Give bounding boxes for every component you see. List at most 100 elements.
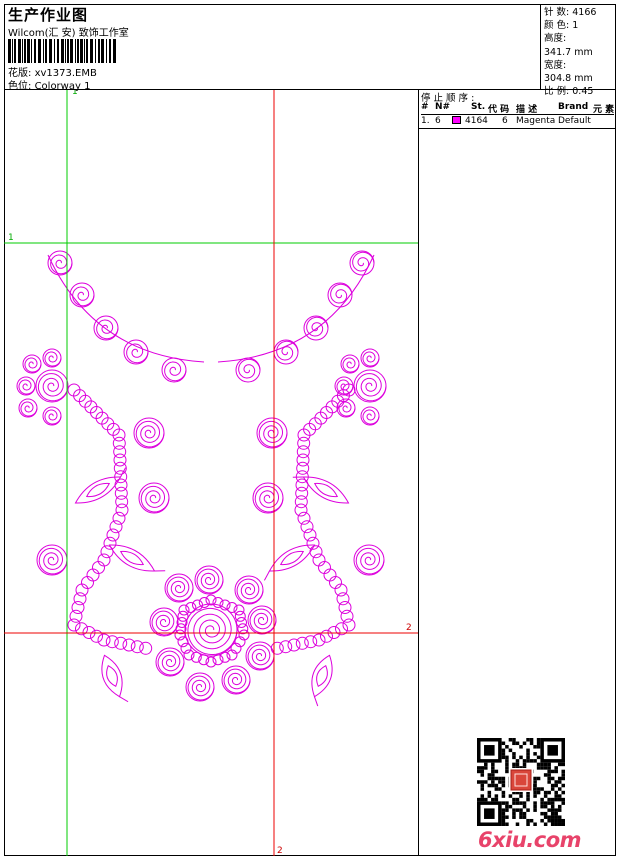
- loop-chain: [139, 641, 153, 655]
- qr-module: [498, 780, 502, 784]
- qr-module: [512, 815, 516, 819]
- qr-module: [480, 780, 485, 784]
- qr-module: [561, 776, 565, 781]
- leaf-outline: [302, 476, 350, 504]
- qr-module: [480, 766, 485, 770]
- qr-module: [519, 811, 523, 816]
- qr-module: [554, 794, 558, 798]
- qr-module: [557, 808, 562, 812]
- loop-chain: [183, 649, 195, 661]
- qr-module: [526, 759, 530, 763]
- qr-module: [501, 780, 506, 784]
- qr-module: [522, 759, 527, 763]
- leaf-outline: [311, 654, 333, 698]
- loop-chain: [312, 633, 326, 647]
- qr-module: [484, 766, 488, 770]
- qr-module: [540, 766, 544, 770]
- qr-module: [536, 755, 541, 760]
- row-code: 6: [502, 116, 508, 126]
- barcode-bar: [67, 39, 69, 63]
- qr-module: [533, 804, 537, 809]
- qr-module: [543, 811, 548, 816]
- qr-module: [494, 794, 499, 798]
- qr-finder: [547, 745, 558, 756]
- barcode-bar: [101, 39, 104, 63]
- barcode-bar: [49, 39, 52, 63]
- qr-module: [498, 787, 502, 791]
- qr-module: [547, 815, 551, 819]
- barcode-bar: [77, 39, 79, 63]
- loop-chain: [106, 528, 120, 542]
- qr-module: [505, 804, 509, 809]
- qr-module: [543, 794, 548, 798]
- qr-module: [512, 808, 516, 812]
- loop-chain: [219, 651, 231, 663]
- spiral-motif: [236, 578, 264, 604]
- loop-chain: [338, 601, 352, 614]
- spiral-motif: [249, 608, 277, 634]
- qr-module: [512, 741, 516, 746]
- qr-module: [554, 790, 558, 795]
- barcode-bar: [106, 39, 107, 63]
- leaf-inner: [279, 550, 305, 566]
- qr-module: [501, 741, 506, 746]
- qr-module: [533, 752, 537, 756]
- qr-module: [519, 815, 523, 819]
- row-desc: Magenta: [516, 116, 556, 126]
- spiral-motif: [362, 409, 380, 425]
- loop-chain: [309, 545, 323, 559]
- barcode-bar: [14, 39, 16, 63]
- qr-module: [554, 766, 558, 770]
- qr-module: [526, 752, 530, 756]
- barcode-bar: [113, 39, 116, 63]
- barcode-bar: [24, 39, 26, 63]
- qr-module: [557, 794, 562, 798]
- spiral-motif: [258, 420, 288, 448]
- qr-module: [522, 801, 527, 805]
- loop-chain: [192, 599, 203, 611]
- qr-module: [554, 797, 558, 802]
- barcode-bar: [80, 39, 83, 63]
- leaf-tip: [263, 570, 270, 581]
- qr-module: [487, 794, 492, 798]
- qr-module: [557, 762, 562, 767]
- spiral-motif: [196, 568, 224, 594]
- qr-module: [501, 815, 506, 819]
- qr-module: [557, 818, 562, 823]
- qr-module: [526, 822, 530, 826]
- loop-chain: [67, 618, 81, 632]
- qr-module: [554, 811, 558, 816]
- leaf-inner: [313, 482, 339, 498]
- qr-module: [550, 797, 555, 802]
- qr-module: [536, 787, 541, 791]
- qr-module: [547, 801, 551, 805]
- qr-module: [512, 801, 516, 805]
- qr-module: [554, 815, 558, 819]
- qr-module: [491, 773, 495, 777]
- loop-chain: [73, 592, 87, 606]
- qr-module: [533, 759, 537, 763]
- qr-module: [494, 787, 499, 791]
- barcode-bar: [75, 39, 76, 63]
- loop-chain: [303, 528, 317, 542]
- spiral-motif: [254, 485, 284, 513]
- qr-module: [557, 797, 562, 802]
- stat-value: 1: [572, 20, 579, 32]
- col-n: N#: [435, 102, 451, 112]
- qr-module: [529, 818, 534, 823]
- qr-module: [526, 748, 530, 753]
- spiral-motif: [157, 650, 185, 676]
- leaf-outline: [101, 654, 123, 698]
- spiral-motif: [135, 420, 165, 448]
- qr-module: [543, 762, 548, 767]
- stat-width: 宽度: 304.8 mm: [544, 59, 616, 85]
- loop-chain: [185, 602, 197, 613]
- qr-module: [540, 818, 544, 823]
- qr-module: [515, 808, 520, 812]
- qr-module: [543, 815, 548, 819]
- loop-chain: [233, 604, 245, 616]
- qr-module: [522, 811, 527, 816]
- qr-module: [561, 818, 565, 823]
- row-brand: Default: [558, 116, 591, 126]
- qr-module: [547, 776, 551, 781]
